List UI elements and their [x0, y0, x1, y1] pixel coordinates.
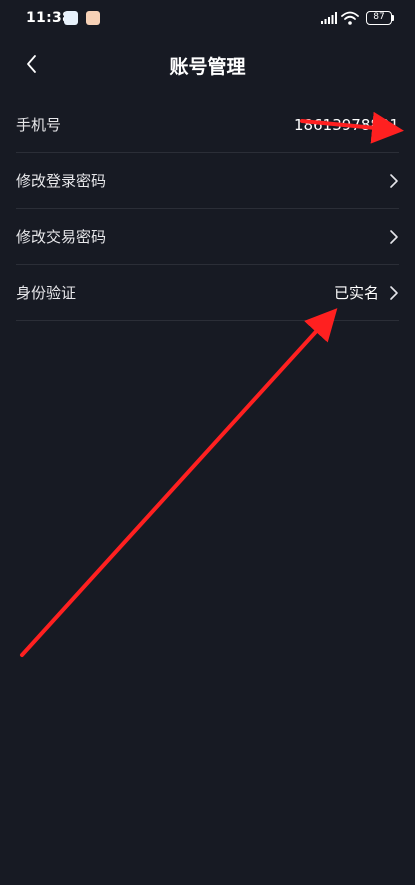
- battery-icon: 87: [366, 11, 392, 25]
- page-title: 账号管理: [169, 56, 246, 78]
- wifi-icon: [341, 11, 359, 25]
- chevron-right-icon: [390, 174, 398, 188]
- identity-verification-label: 身份验证: [16, 284, 77, 302]
- identity-verification-row[interactable]: 身份验证 已实名: [16, 265, 399, 321]
- phone-number-value: 18613978831: [294, 116, 399, 134]
- chevron-right-icon: [390, 286, 398, 300]
- status-bar: 11:38 87: [0, 0, 415, 38]
- change-login-password-row[interactable]: 修改登录密码: [16, 153, 399, 209]
- long-red-arrow: [20, 308, 338, 657]
- verification-status-value: 已实名: [333, 284, 379, 302]
- change-trade-password-label: 修改交易密码: [16, 228, 107, 246]
- settings-list: 手机号 18613978831 修改登录密码 修改交易密码 身份验证 已实名: [0, 97, 415, 321]
- battery-tip: [392, 15, 394, 21]
- phone-number-row[interactable]: 手机号 18613978831: [16, 97, 399, 153]
- red-app-icon: [86, 11, 100, 25]
- change-trade-password-row[interactable]: 修改交易密码: [16, 209, 399, 265]
- signal-icon: [321, 12, 337, 24]
- chevron-right-icon: [390, 230, 398, 244]
- phone-number-label: 手机号: [16, 116, 62, 134]
- header: 账号管理: [0, 38, 415, 92]
- blue-app-icon: [64, 11, 78, 25]
- change-login-password-label: 修改登录密码: [16, 172, 107, 190]
